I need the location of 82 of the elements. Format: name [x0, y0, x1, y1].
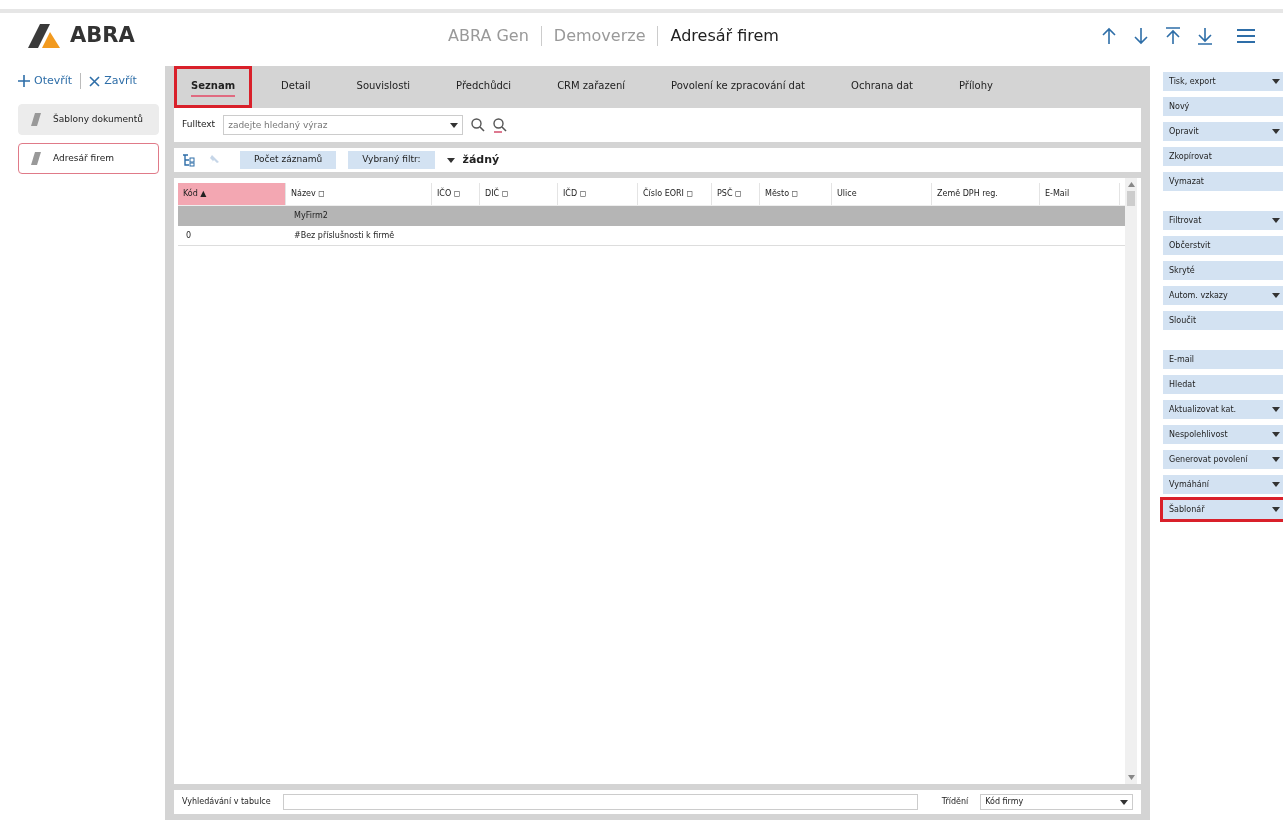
- action-button[interactable]: Občerstvit: [1163, 236, 1283, 255]
- tab[interactable]: CRM zařazení: [540, 66, 642, 108]
- document-tab[interactable]: Šablony dokumentů: [18, 104, 159, 135]
- scrollbar[interactable]: [1125, 178, 1137, 784]
- caret-icon: [1272, 457, 1280, 462]
- tab[interactable]: Souvislosti: [339, 66, 428, 108]
- document-tab[interactable]: Adresář firem: [18, 143, 159, 174]
- caret-icon: [1272, 293, 1280, 298]
- caret-icon: [1272, 407, 1280, 412]
- group-row[interactable]: MyFirm2: [178, 206, 1125, 226]
- column-header[interactable]: Země DPH reg.: [932, 183, 1040, 205]
- table-search-field[interactable]: [282, 794, 918, 810]
- table-cell: MyFirm2: [294, 210, 328, 222]
- tab[interactable]: Předchůdci: [439, 66, 529, 108]
- action-button[interactable]: Filtrovat: [1163, 211, 1283, 230]
- scroll-thumb[interactable]: [1127, 191, 1135, 206]
- column-header[interactable]: E-Mail: [1040, 183, 1120, 205]
- arrow-down-icon[interactable]: [1133, 26, 1149, 45]
- record-count-button[interactable]: Počet záznamů: [240, 151, 337, 169]
- logo-text: ABRA: [70, 21, 135, 49]
- slash-icon: [31, 152, 41, 165]
- close-icon: [89, 75, 101, 87]
- action-button[interactable]: Vymáhání: [1163, 475, 1283, 494]
- action-button[interactable]: Opravit: [1163, 122, 1283, 141]
- fulltext-field[interactable]: zadejte hledaný výraz: [223, 115, 464, 135]
- action-button[interactable]: Skryté: [1163, 261, 1283, 280]
- caret-icon: [1272, 432, 1280, 437]
- action-button[interactable]: Šablonář: [1163, 500, 1283, 519]
- arrow-to-top-icon[interactable]: [1165, 26, 1181, 45]
- tab[interactable]: Detail: [264, 66, 328, 108]
- action-button[interactable]: Zkopírovat: [1163, 147, 1283, 166]
- scroll-up-icon[interactable]: [1127, 182, 1135, 187]
- tab[interactable]: Přílohy: [942, 66, 1010, 108]
- column-header[interactable]: Ulice: [832, 183, 932, 205]
- action-button[interactable]: Autom. vzkazy: [1163, 286, 1283, 305]
- table-cell: #Bez příslušnosti k firmě: [294, 229, 395, 242]
- action-button[interactable]: Tisk, export: [1163, 72, 1283, 91]
- table-cell: 0: [186, 229, 192, 242]
- caret-icon: [446, 157, 455, 163]
- action-button[interactable]: Aktualizovat kat.: [1163, 400, 1283, 419]
- caret-icon: [450, 123, 459, 128]
- slash-icon: [31, 113, 41, 126]
- sort-select[interactable]: Kód firmy: [980, 794, 1133, 810]
- filter-value: žádný: [462, 151, 500, 168]
- tab[interactable]: Povolení ke zpracování dat: [654, 66, 822, 108]
- column-header[interactable]: Město ◻: [760, 183, 832, 205]
- column-header[interactable]: IČO ◻: [432, 183, 480, 205]
- action-button[interactable]: Hledat: [1163, 375, 1283, 394]
- action-button[interactable]: Vymazat: [1163, 172, 1283, 191]
- table-search-label: Vyhledávání v tabulce: [182, 796, 271, 808]
- column-header[interactable]: PSČ ◻: [712, 183, 760, 205]
- caret-icon: [1272, 482, 1280, 487]
- close-button[interactable]: Zavřít: [81, 72, 137, 90]
- arrow-to-bottom-icon[interactable]: [1197, 26, 1213, 45]
- caret-icon: [1272, 218, 1280, 223]
- caret-icon: [1120, 799, 1128, 805]
- breadcrumb-item: Adresář firem: [670, 24, 779, 47]
- action-button[interactable]: E-mail: [1163, 350, 1283, 369]
- menu-icon[interactable]: [1237, 27, 1255, 44]
- column-header[interactable]: IČD ◻: [558, 183, 638, 205]
- scroll-down-icon[interactable]: [1127, 775, 1135, 780]
- column-header[interactable]: Číslo EORI ◻: [638, 183, 712, 205]
- action-button[interactable]: Generovat povolení: [1163, 450, 1283, 469]
- sort-label: Třídění: [941, 796, 969, 808]
- fulltext-label: Fulltext: [182, 118, 216, 132]
- column-header[interactable]: DIČ ◻: [480, 183, 558, 205]
- open-button[interactable]: Otevřít: [18, 72, 81, 90]
- caret-icon: [1272, 79, 1280, 84]
- arrow-up-icon[interactable]: [1101, 26, 1117, 45]
- search-clear-icon[interactable]: [493, 117, 508, 133]
- action-button[interactable]: Nový: [1163, 97, 1283, 116]
- column-header[interactable]: Název ◻: [286, 183, 432, 205]
- tab[interactable]: Ochrana dat: [834, 66, 930, 108]
- tree-icon[interactable]: [182, 153, 195, 167]
- column-header[interactable]: Kód ▲: [178, 183, 286, 205]
- filter-button[interactable]: Vybraný filtr:: [348, 151, 435, 169]
- action-button[interactable]: Sloučit: [1163, 311, 1283, 330]
- action-button[interactable]: Nespolehlivost: [1163, 425, 1283, 444]
- caret-icon: [1272, 507, 1280, 512]
- caret-icon: [1272, 129, 1280, 134]
- search-icon[interactable]: [471, 118, 486, 132]
- plus-icon: [18, 75, 30, 87]
